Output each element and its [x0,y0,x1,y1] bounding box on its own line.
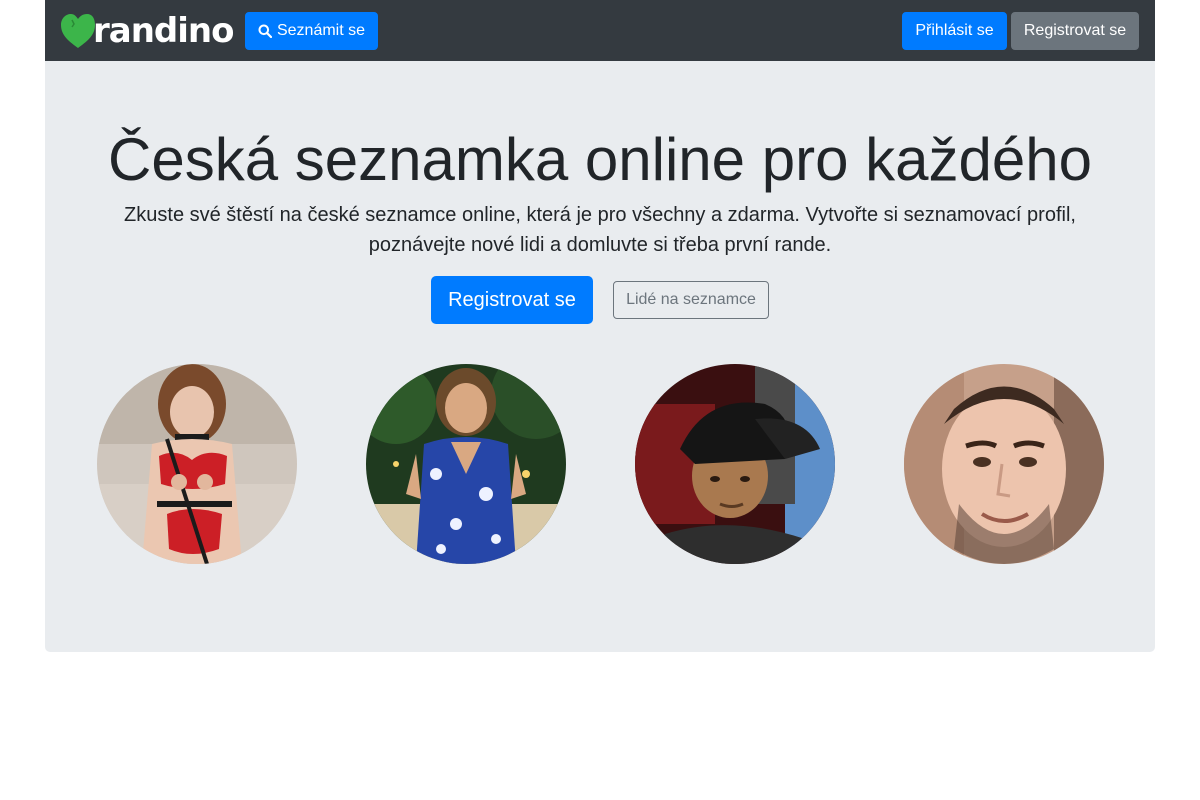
profile-avatar-1[interactable] [97,364,297,564]
search-button[interactable]: Seznámit se [245,12,378,50]
hero-jumbotron: Česká seznamka online pro každého Zkuste… [45,61,1155,652]
page-container: randino Seznámit se Přihlásit se Registr… [45,0,1155,652]
profile-photo-woman-red-lingerie [97,364,297,564]
register-button-hero[interactable]: Registrovat se [431,276,593,324]
profile-avatar-2[interactable] [366,364,566,564]
profile-photo-man-selfie [904,364,1104,564]
hero-lead: Zkuste své štěstí na české seznamce onli… [124,204,1076,256]
profile-photo-man-black-cap [635,364,835,564]
search-button-label: Seznámit se [276,22,366,39]
profile-avatar-3[interactable] [635,364,835,564]
search-icon [258,24,272,38]
navbar: randino Seznámit se Přihlásit se Registr… [45,0,1155,61]
login-button[interactable]: Přihlásit se [902,12,1007,50]
profile-avatar-4[interactable] [904,364,1104,564]
brand-logo[interactable]: randino [60,11,234,51]
profile-photo-woman-blue-dress [366,364,566,564]
heart-logo-icon [61,14,95,48]
hero-title: Česká seznamka online pro každého [108,126,1092,193]
brand-name: randino [93,11,234,51]
people-button[interactable]: Lidé na seznamce [613,281,769,319]
register-button-nav[interactable]: Registrovat se [1011,12,1139,50]
